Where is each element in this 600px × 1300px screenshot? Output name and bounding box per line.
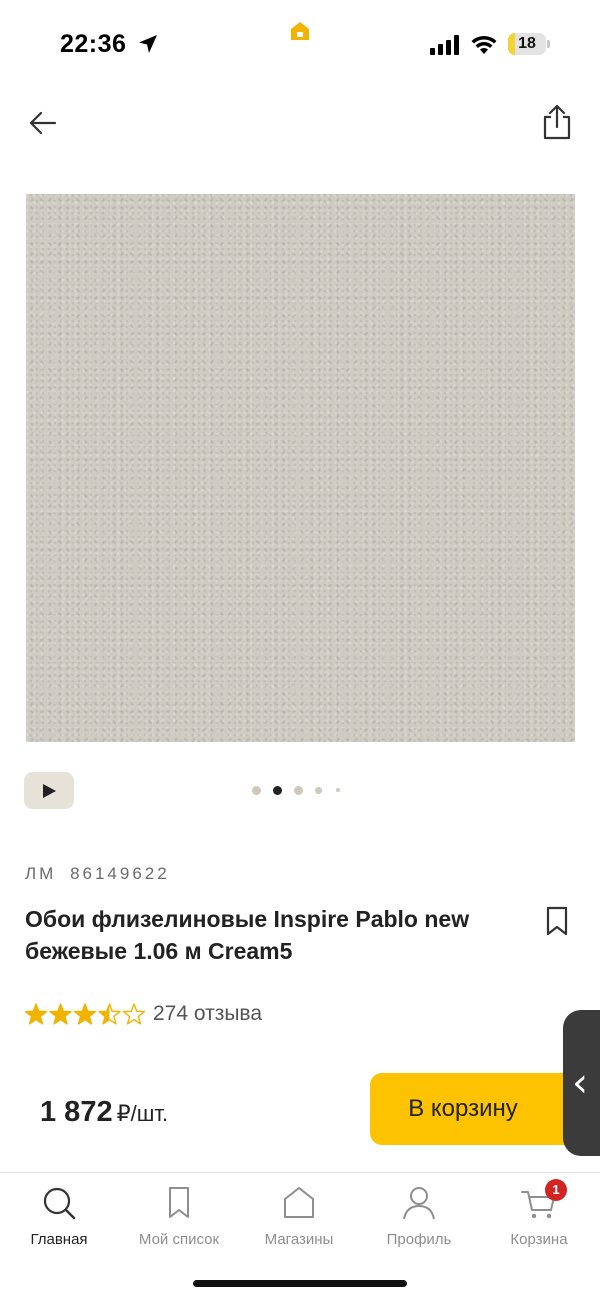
status-time: 22:36 [60, 30, 127, 58]
tab-profile[interactable]: Профиль [364, 1183, 474, 1248]
product-title: Обои флизелиновые Inspire Pablo new беже… [25, 906, 470, 964]
play-icon [43, 784, 56, 798]
sku-number: 86149622 [70, 864, 170, 883]
cart-icon-wrap: 1 [519, 1179, 567, 1223]
rating-star [122, 1003, 146, 1025]
reviews-link[interactable]: 274 отзыва [153, 1002, 262, 1026]
tab-cart[interactable]: 1 Корзина [484, 1179, 594, 1248]
add-to-cart-button[interactable]: В корзину [370, 1073, 580, 1145]
tab-cart-label: Корзина [510, 1231, 568, 1248]
gallery-dot[interactable] [294, 785, 303, 795]
tab-home[interactable]: Главная [4, 1183, 114, 1248]
tab-my-list-label: Мой список [138, 1231, 220, 1248]
battery-icon: 18 [508, 33, 550, 55]
location-arrow-icon [139, 35, 157, 53]
price-unit: ₽/шт. [116, 1101, 169, 1126]
price-value: 1 872 [40, 1096, 113, 1128]
bookmark-icon[interactable] [545, 906, 569, 936]
tab-home-label: Главная [30, 1231, 88, 1248]
rating-stars [25, 1003, 146, 1025]
tab-stores[interactable]: Магазины [244, 1183, 354, 1248]
video-button[interactable] [24, 772, 74, 809]
sku-prefix: ЛМ [25, 864, 57, 883]
gallery-dot[interactable] [252, 785, 261, 795]
product-image[interactable] [26, 194, 575, 742]
gallery-dot[interactable] [336, 788, 340, 792]
tab-stores-label: Магазины [264, 1231, 334, 1248]
gallery-dot[interactable] [315, 786, 322, 794]
share-icon[interactable] [538, 102, 576, 142]
battery-level: 18 [518, 35, 536, 52]
rating-star [25, 1003, 48, 1025]
search-icon [43, 1187, 76, 1220]
gallery-dot[interactable] [273, 785, 282, 795]
tab-profile-label: Профиль [386, 1231, 452, 1248]
chevron-left-icon: ‹ [572, 1060, 588, 1106]
battery-nub [547, 40, 550, 48]
rating-star [49, 1003, 72, 1025]
rating-star [73, 1003, 97, 1025]
price-row: 1 872 ₽/шт. [40, 1096, 168, 1129]
app-home-icon [291, 22, 309, 40]
side-panel-handle[interactable]: ‹ [563, 1010, 600, 1156]
bookmark-icon [169, 1187, 189, 1218]
gallery-dots[interactable] [252, 785, 352, 797]
rating-star [98, 1003, 121, 1025]
home-indicator [193, 1280, 407, 1287]
tab-my-list[interactable]: Мой список [124, 1183, 234, 1248]
back-arrow-icon[interactable] [24, 104, 62, 142]
signal-icon [430, 35, 459, 55]
cart-badge: 1 [545, 1179, 567, 1201]
store-icon [284, 1187, 314, 1218]
sku-row: ЛМ 86149622 [25, 864, 176, 884]
wifi-icon [471, 35, 497, 54]
status-bar: 22:36 18 [0, 0, 600, 88]
profile-icon [403, 1187, 435, 1220]
